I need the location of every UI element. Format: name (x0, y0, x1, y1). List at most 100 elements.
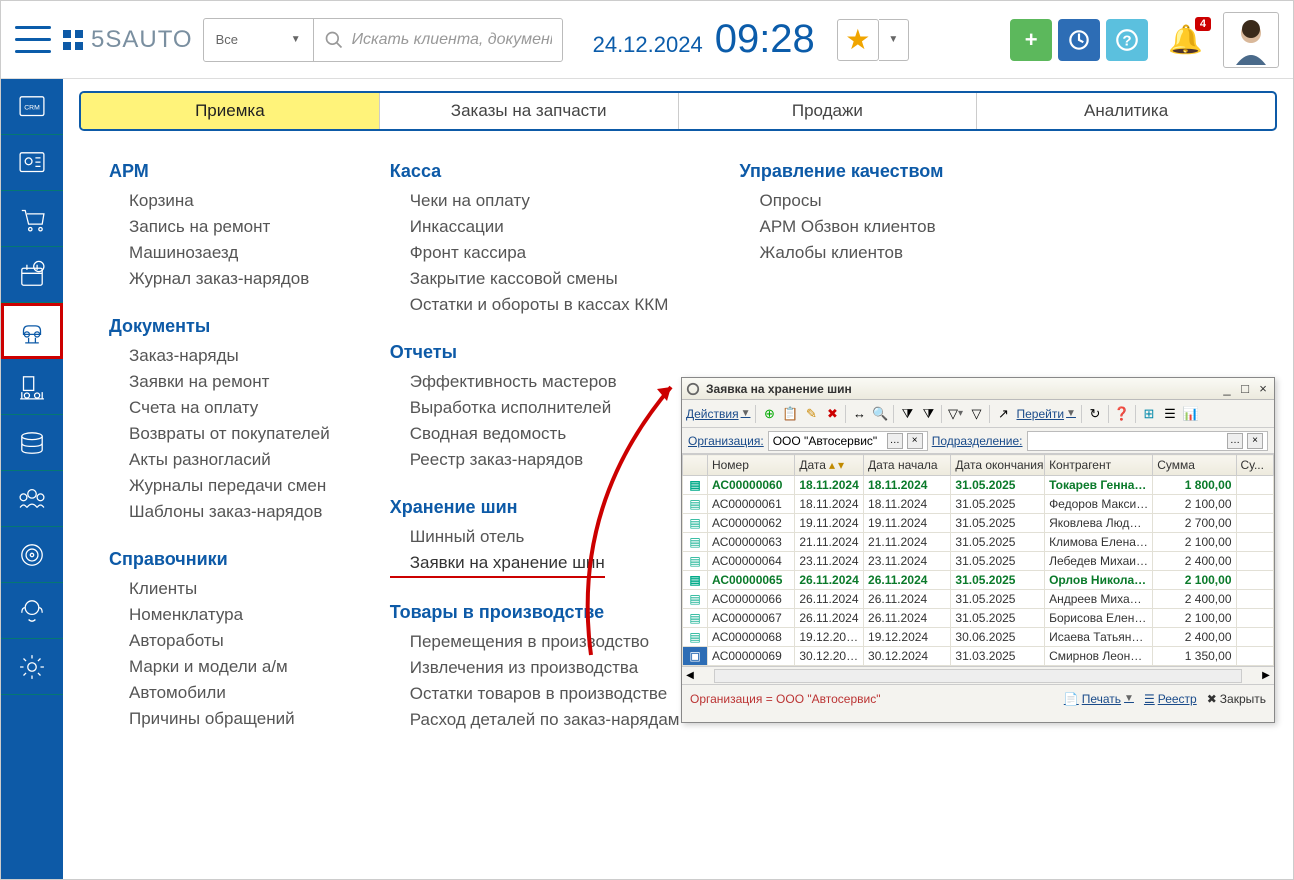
menu-heading[interactable]: Касса (390, 161, 680, 182)
menu-item[interactable]: Возвраты от покупателей (109, 421, 330, 447)
scroll-right-icon[interactable]: ▶ (1258, 668, 1274, 684)
scroll-left-icon[interactable]: ◀ (682, 668, 698, 684)
menu-item[interactable]: Причины обращений (109, 706, 330, 732)
menu-item[interactable]: Эффективность мастеров (390, 369, 680, 395)
tab-Аналитика[interactable]: Аналитика (977, 93, 1275, 129)
table-row[interactable]: ▤АС0000006726.11.202426.11.202431.05.202… (683, 609, 1274, 628)
close-button[interactable]: × (1256, 381, 1270, 396)
menu-item[interactable]: Номенклатура (109, 602, 330, 628)
horizontal-scrollbar[interactable]: ◀ ▶ (682, 666, 1274, 684)
copy-icon[interactable]: 📋 (782, 406, 798, 422)
menu-item[interactable]: Автомобили (109, 680, 330, 706)
find-icon[interactable]: 🔍 (872, 406, 888, 422)
menu-item[interactable]: Выработка исполнителей (390, 395, 680, 421)
tree-icon[interactable]: ⊞ (1141, 406, 1157, 422)
org-filter-select[interactable]: … (887, 433, 903, 449)
sidebar-clients[interactable] (1, 135, 63, 191)
help-icon[interactable]: ❓ (1114, 406, 1130, 422)
sidebar-schedule[interactable] (1, 247, 63, 303)
menu-item[interactable]: Расход деталей по заказ-нарядам (390, 707, 680, 733)
print-button[interactable]: 📄 Печать ▼ (1064, 692, 1134, 706)
menu-item[interactable]: Инкассации (390, 214, 680, 240)
table-row[interactable]: ▤АС0000006626.11.202426.11.202431.05.202… (683, 590, 1274, 609)
menu-item[interactable]: Извлечения из производства (390, 655, 680, 681)
table-row[interactable]: ▤АС0000006526.11.202426.11.202431.05.202… (683, 571, 1274, 590)
tab-Продажи[interactable]: Продажи (679, 93, 978, 129)
menu-item[interactable]: Остатки товаров в производстве (390, 681, 680, 707)
goto-menu[interactable]: Перейти ▼ (1016, 407, 1075, 421)
edit-icon[interactable]: ✎ (803, 406, 819, 422)
chart-icon[interactable]: 📊 (1183, 406, 1199, 422)
column-header[interactable]: Сумма (1153, 455, 1236, 476)
funnel-icon[interactable]: ▽▾ (947, 406, 963, 422)
sidebar-crm[interactable]: CRM (1, 79, 63, 135)
new-icon[interactable]: ⊕ (761, 406, 777, 422)
menu-item[interactable]: Журналы передачи смен (109, 473, 330, 499)
sidebar-finance[interactable] (1, 415, 63, 471)
org-filter-clear[interactable]: × (907, 433, 923, 449)
menu-item[interactable]: Чеки на оплату (390, 188, 680, 214)
menu-item[interactable]: Корзина (109, 188, 330, 214)
menu-item[interactable]: Заказ-наряды (109, 343, 330, 369)
funnel-off-icon[interactable]: ▽ (968, 406, 984, 422)
search-input[interactable] (352, 31, 552, 49)
menu-item[interactable]: Остатки и обороты в кассах ККМ (390, 292, 680, 318)
list-icon[interactable]: ☰ (1162, 406, 1178, 422)
table-row[interactable]: ▤АС0000006819.12.202419.12.202430.06.202… (683, 628, 1274, 647)
column-header[interactable]: Контрагент (1045, 455, 1153, 476)
sidebar-support[interactable] (1, 583, 63, 639)
org-filter-field[interactable]: ООО "Автосервис" … × (768, 431, 928, 451)
table-row[interactable]: ▤АС0000006219.11.202419.11.202431.05.202… (683, 514, 1274, 533)
menu-item[interactable]: Закрытие кассовой смены (390, 266, 680, 292)
dept-filter-clear[interactable]: × (1247, 433, 1263, 449)
delete-icon[interactable]: ✖ (824, 406, 840, 422)
dept-filter-field[interactable]: … × (1027, 431, 1269, 451)
sidebar-service[interactable] (1, 303, 63, 359)
avatar[interactable] (1223, 12, 1279, 68)
menu-item[interactable]: Жалобы клиентов (739, 240, 943, 266)
scope-dropdown[interactable]: Все ▼ (204, 19, 314, 61)
menu-item[interactable]: Фронт кассира (390, 240, 680, 266)
menu-item[interactable]: Запись на ремонт (109, 214, 330, 240)
menu-heading[interactable]: Документы (109, 316, 330, 337)
notifications[interactable]: 🔔 4 (1168, 23, 1203, 56)
menu-heading[interactable]: Управление качеством (739, 161, 943, 182)
menu-item[interactable]: Сводная ведомость (390, 421, 680, 447)
menu-item[interactable]: АРМ Обзвон клиентов (739, 214, 943, 240)
table-row[interactable]: ▣АС0000006930.12.202430.12.202431.03.202… (683, 647, 1274, 666)
tab-Заказы на запчасти[interactable]: Заказы на запчасти (380, 93, 679, 129)
table-row[interactable]: ▤АС0000006321.11.202421.11.202431.05.202… (683, 533, 1274, 552)
sidebar-warehouse[interactable] (1, 359, 63, 415)
column-header[interactable]: Номер (707, 455, 794, 476)
minimize-button[interactable]: _ (1220, 381, 1234, 396)
menu-item[interactable]: Марки и модели а/м (109, 654, 330, 680)
table-row[interactable]: ▤АС0000006423.11.202423.11.202431.05.202… (683, 552, 1274, 571)
actions-menu[interactable]: Действия ▼ (686, 407, 750, 421)
column-header[interactable]: Дата начала (864, 455, 951, 476)
move-icon[interactable]: ↔ (851, 406, 867, 422)
sync-button[interactable] (1058, 19, 1100, 61)
export-icon[interactable]: ↗ (995, 406, 1011, 422)
column-header[interactable]: Дата▴▾ (795, 455, 864, 476)
filter1-icon[interactable]: ⧩ (899, 406, 915, 422)
menu-item[interactable]: Счета на оплату (109, 395, 330, 421)
add-button[interactable]: + (1010, 19, 1052, 61)
menu-item[interactable]: Реестр заказ-нарядов (390, 447, 680, 473)
registry-button[interactable]: ☰ Реестр (1144, 692, 1197, 706)
menu-heading[interactable]: АРМ (109, 161, 330, 182)
table-row[interactable]: ▤АС0000006118.11.202418.11.202431.05.202… (683, 495, 1274, 514)
menu-item[interactable]: Опросы (739, 188, 943, 214)
column-header[interactable] (683, 455, 708, 476)
footer-close-button[interactable]: ✖ Закрыть (1207, 692, 1266, 706)
maximize-button[interactable]: □ (1238, 381, 1252, 396)
dept-filter-label[interactable]: Подразделение: (932, 434, 1023, 448)
menu-item[interactable]: Перемещения в производство (390, 629, 680, 655)
menu-item[interactable]: Журнал заказ-нарядов (109, 266, 330, 292)
table-row[interactable]: ▤АС0000006018.11.202418.11.202431.05.202… (683, 476, 1274, 495)
column-header[interactable]: Су... (1236, 455, 1274, 476)
menu-heading[interactable]: Отчеты (390, 342, 680, 363)
sidebar-cart[interactable] (1, 191, 63, 247)
menu-item[interactable]: Автоработы (109, 628, 330, 654)
menu-heading[interactable]: Хранение шин (390, 497, 680, 518)
filter2-icon[interactable]: ⧩ (920, 406, 936, 422)
